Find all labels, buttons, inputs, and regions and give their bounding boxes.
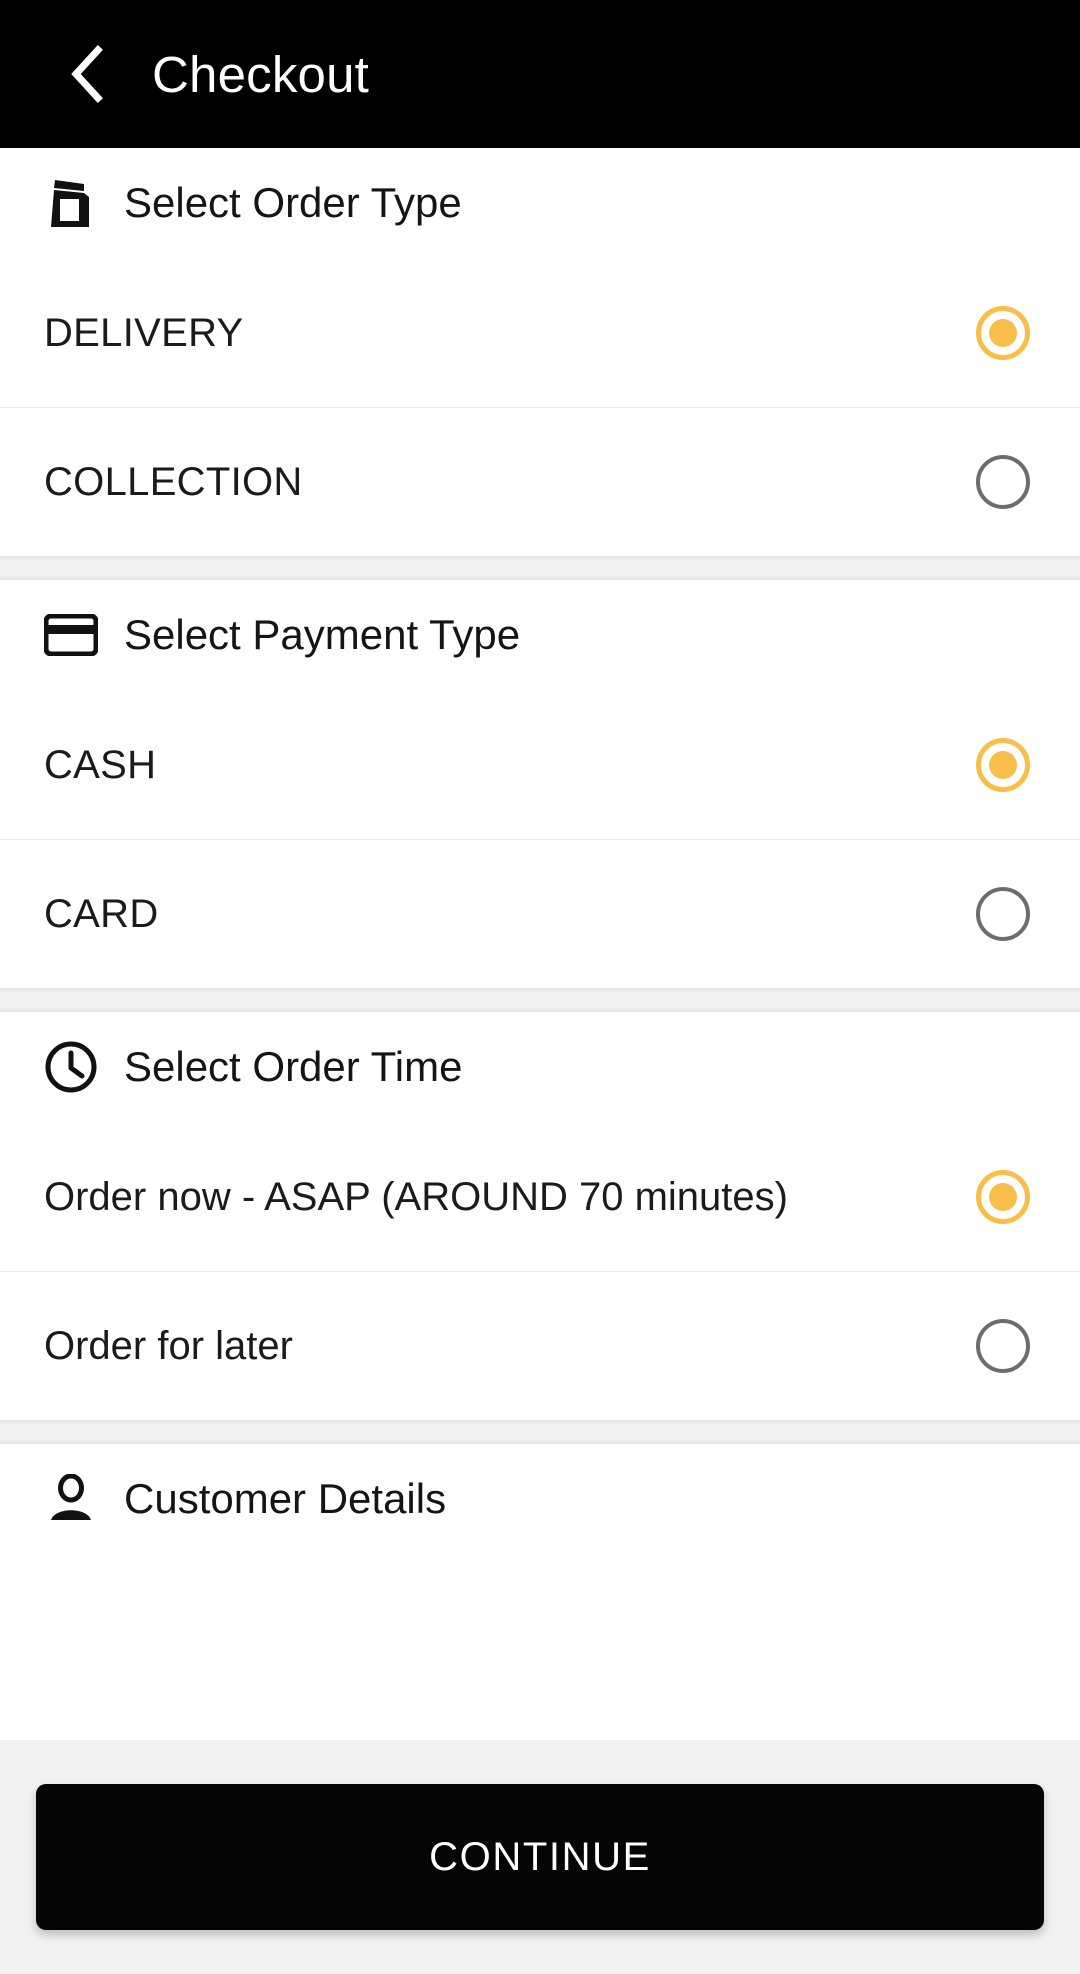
radio-dot [989,1182,1017,1211]
credit-card-icon [44,608,98,662]
option-label-cash: CASH [44,742,157,787]
radio-dot [989,750,1017,779]
radio-dot [989,318,1017,347]
option-row-order-now[interactable]: Order now - ASAP (AROUND 70 minutes) [0,1122,1080,1271]
continue-button[interactable]: CONTINUE [36,1784,1044,1930]
section-header-order-type: Select Order Type [0,148,1080,258]
option-row-delivery[interactable]: DELIVERY [0,258,1080,407]
option-row-cash[interactable]: CASH [0,690,1080,839]
radio-collection[interactable] [976,455,1030,509]
option-row-collection[interactable]: COLLECTION [0,407,1080,556]
section-header-customer-details: Customer Details [0,1444,1080,1554]
section-title-order-time: Select Order Time [124,1043,463,1090]
radio-delivery[interactable] [976,305,1030,360]
app-bar: Checkout [0,0,1080,148]
option-label-collection: COLLECTION [44,460,303,504]
section-order-time: Select Order Time Order now - ASAP (AROU… [0,1012,1080,1420]
section-header-order-time: Select Order Time [0,1012,1080,1122]
section-customer-details: Customer Details [0,1444,1080,1740]
option-label-order-later: Order for later [44,1324,293,1368]
radio-order-now[interactable] [976,1169,1030,1224]
clock-icon [44,1040,98,1094]
radio-cash[interactable] [976,737,1030,792]
section-order-type: Select Order Type DELIVERY COLLECTION [0,148,1080,556]
checkout-content: Select Order Type DELIVERY COLLECTION Se… [0,148,1080,1740]
chevron-left-icon [66,44,108,104]
option-label-order-now: Order now - ASAP (AROUND 70 minutes) [44,1174,788,1219]
section-title-order-type: Select Order Type [124,179,462,226]
checkout-screen: Checkout Select Order Type DELIVERY COLL… [0,0,1080,1974]
radio-card[interactable] [976,887,1030,941]
option-label-card: CARD [44,892,159,936]
radio-order-later[interactable] [976,1319,1030,1373]
option-row-card[interactable]: CARD [0,839,1080,988]
person-icon [44,1472,98,1526]
section-divider [0,1420,1080,1444]
section-title-payment-type: Select Payment Type [124,611,521,658]
section-title-customer-details: Customer Details [124,1475,447,1522]
section-divider [0,556,1080,580]
takeaway-bag-icon [44,176,98,230]
section-divider [0,988,1080,1012]
section-header-payment-type: Select Payment Type [0,580,1080,690]
page-title: Checkout [152,45,370,103]
section-payment-type: Select Payment Type CASH CARD [0,580,1080,988]
back-button[interactable] [56,43,118,105]
footer-bar: CONTINUE [0,1740,1080,1974]
option-label-delivery: DELIVERY [44,310,244,355]
option-row-order-later[interactable]: Order for later [0,1271,1080,1420]
